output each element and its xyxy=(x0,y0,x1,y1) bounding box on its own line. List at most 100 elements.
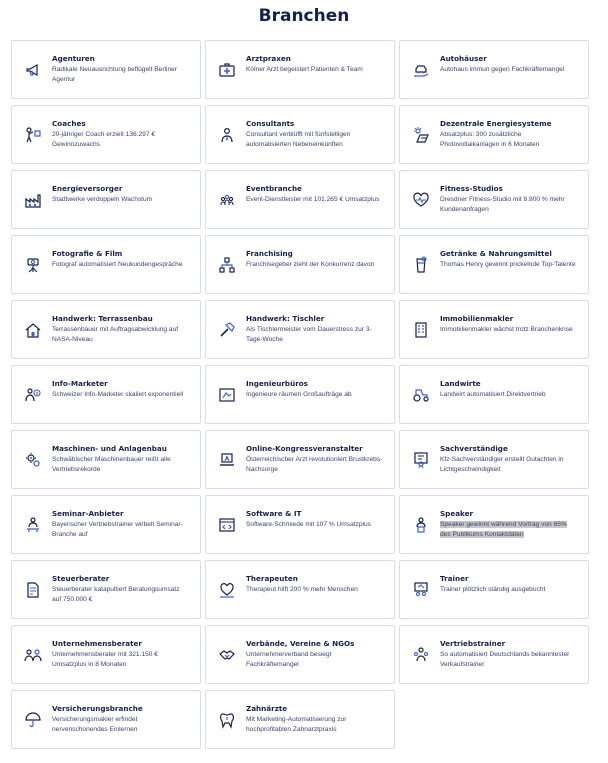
industry-description: Radikale Neuausrichtung beflügelt Berlin… xyxy=(52,65,190,84)
coach-icon xyxy=(24,126,42,144)
industry-description: Fotograf automatisiert Neukundengespräch… xyxy=(52,260,190,270)
industry-description-text: Event-Dienstleister mit 101.265 € Umsatz… xyxy=(246,196,380,203)
industry-card-immobilienmakler[interactable]: Immobilienmakler Immobilienmakler wächst … xyxy=(399,300,589,359)
industry-description: Ingenieure räumen Großaufträge ab xyxy=(246,390,384,400)
industry-name: Vertriebstrainer xyxy=(440,639,506,648)
industry-name: Immobilienmakler xyxy=(440,314,514,323)
industry-card-vertriebstrainer[interactable]: Vertriebstrainer So automatisiert Deutsch… xyxy=(399,625,589,684)
camera-tripod-icon xyxy=(24,256,42,274)
industry-description-text: Fotograf automatisiert Neukundengespräch… xyxy=(52,261,183,268)
industry-description-text: Speaker gewinnt während Vortrag von 65% … xyxy=(440,521,567,538)
industry-card-coaches[interactable]: Coaches 20-jähriger Coach erzielt 136.297… xyxy=(11,105,201,164)
industry-description-text: Stadtwerke verdoppeln Wachstum xyxy=(52,196,153,203)
industry-card-getraenke-und-nahrungsmittel[interactable]: Getränke & Nahrungsmittel Thomas Henry ge… xyxy=(399,235,589,294)
industry-card-energieversorger[interactable]: Energieversorger Stadtwerke verdoppeln Wa… xyxy=(11,170,201,229)
industry-description-text: Dresdner Fitness-Studio mit 8.900 % mehr… xyxy=(440,196,565,213)
industry-card-unternehmensberater[interactable]: Unternehmensberater Unternehmensberater m… xyxy=(11,625,201,684)
industry-description: Autohaus immun gegen Fachkräftemangel xyxy=(440,65,578,75)
industry-card-therapeuten[interactable]: Therapeuten Therapeut hilft 200 % mehr Me… xyxy=(205,560,395,619)
industry-description-text: Schweizer Info-Marketer skaliert exponen… xyxy=(52,391,184,398)
industry-card-autohaeuser[interactable]: Autohäuser Autohaus immun gegen Fachkräft… xyxy=(399,40,589,99)
industry-card-info-marketer[interactable]: Info-Marketer Schweizer Info-Marketer ska… xyxy=(11,365,201,424)
industry-name: Energieversorger xyxy=(52,184,123,193)
industry-card-ingenieurbueros[interactable]: Ingenieurbüros Ingenieure räumen Großauft… xyxy=(205,365,395,424)
industry-card-software-und-it[interactable]: Software & IT Software-Schmiede mit 107 %… xyxy=(205,495,395,554)
industry-card-fitness-studios[interactable]: Fitness-Studios Dresdner Fitness-Studio m… xyxy=(399,170,589,229)
industry-description-text: Software-Schmiede mit 107 % Umsatzplus xyxy=(246,521,371,528)
industry-name: Seminar-Anbieter xyxy=(52,509,124,518)
industry-name: Trainer xyxy=(440,574,469,583)
industry-description-text: Kölner Arzt begeistert Patienten & Team xyxy=(246,66,363,73)
tax-document-icon xyxy=(24,581,42,599)
industry-name: Versicherungsbranche xyxy=(52,704,143,713)
industry-description-text: Terrassenbauer mit Auftragsabwicklung au… xyxy=(52,326,179,343)
industry-name: Zahnärzte xyxy=(246,704,288,713)
presenter-icon xyxy=(24,516,42,534)
industry-name: Agenturen xyxy=(52,54,95,63)
industry-card-verbaende-vereine-und-ngos[interactable]: Verbände, Vereine & NGOs Unternehmerverba… xyxy=(205,625,395,684)
industry-card-dezentrale-energiesysteme[interactable]: Dezentrale Energiesysteme Absatzplus: 300… xyxy=(399,105,589,164)
industry-name: Software & IT xyxy=(246,509,302,518)
industry-name: Therapeuten xyxy=(246,574,298,583)
industry-description-text: Ingenieure räumen Großaufträge ab xyxy=(246,391,352,398)
industry-name: Consultants xyxy=(246,119,295,128)
industry-card-fotografie-und-film[interactable]: Fotografie & Film Fotograf automatisiert … xyxy=(11,235,201,294)
industry-card-trainer[interactable]: Trainer Trainer plötzlich ständig ausgebu… xyxy=(399,560,589,619)
trainer-board-icon xyxy=(412,581,430,599)
industry-card-seminar-anbieter[interactable]: Seminar-Anbieter Bayerischer Vertriebstra… xyxy=(11,495,201,554)
car-hand-icon xyxy=(412,61,430,79)
industry-card-maschinen-und-anlagenbau[interactable]: Maschinen- und Anlagenbau Schwäbischer Ma… xyxy=(11,430,201,489)
industry-name: Eventbranche xyxy=(246,184,302,193)
industry-description-text: Absatzplus: 300 zusätzliche Photovoltaik… xyxy=(440,131,540,148)
industry-description: Unternehmerverband besiegt Fachkräfteman… xyxy=(246,650,384,669)
network-icon xyxy=(218,256,236,274)
industry-description-text: So automatisiert Deutschlands bekanntest… xyxy=(440,651,570,668)
industry-card-landwirte[interactable]: Landwirte Landwirt automatisiert Direktve… xyxy=(399,365,589,424)
industry-description-text: Als Tischlermeister vom Dauerstress zur … xyxy=(246,326,372,343)
industry-description-text: 20-jähriger Coach erzielt 136.297 € Gewi… xyxy=(52,131,155,148)
industry-card-steuerberater[interactable]: Steuerberater Steuerberater katapultiert … xyxy=(11,560,201,619)
industry-description: Software-Schmiede mit 107 % Umsatzplus xyxy=(246,520,384,530)
industry-card-handwerk-tischler[interactable]: Handwerk: Tischler Als Tischlermeister vo… xyxy=(205,300,395,359)
industry-description: Immobilienmakler wächst trotz Branchenkr… xyxy=(440,325,578,335)
industry-name: Handwerk: Terrassenbau xyxy=(52,314,153,323)
industry-description-text: Unternehmerverband besiegt Fachkräfteman… xyxy=(246,651,332,668)
industry-card-versicherungsbranche[interactable]: Versicherungsbranche Versicherungsmakler … xyxy=(11,690,201,749)
certificate-icon xyxy=(412,451,430,469)
industry-card-sachverstaendige[interactable]: Sachverständige Kfz-Sachverständiger erst… xyxy=(399,430,589,489)
industry-name: Dezentrale Energiesysteme xyxy=(440,119,552,128)
industry-name: Unternehmensberater xyxy=(52,639,142,648)
industry-description: Speaker gewinnt während Vortrag von 65% … xyxy=(440,520,578,539)
industry-description: Versicherungsmakler erfindet nervenschon… xyxy=(52,715,190,734)
industry-description-text: Thomas Henry gewinnt prickelnde Top-Tale… xyxy=(440,261,576,268)
industry-card-online-kongressveranstalter[interactable]: Online-Kongressveranstalter Österreichisc… xyxy=(205,430,395,489)
industry-description: Terrassenbauer mit Auftragsabwicklung au… xyxy=(52,325,190,344)
industry-name: Maschinen- und Anlagenbau xyxy=(52,444,167,453)
industry-card-arztpraxen[interactable]: Arztpraxen Kölner Arzt begeistert Patient… xyxy=(205,40,395,99)
industry-name: Landwirte xyxy=(440,379,481,388)
industry-card-eventbranche[interactable]: Eventbranche Event-Dienstleister mit 101.… xyxy=(205,170,395,229)
industry-card-franchising[interactable]: Franchising Franchisegeber zieht der Konk… xyxy=(205,235,395,294)
industry-name: Arztpraxen xyxy=(246,54,291,63)
industry-description: Unternehmensberater mit 321.150 € Umsatz… xyxy=(52,650,190,669)
code-window-icon xyxy=(218,516,236,534)
industry-card-agenturen[interactable]: Agenturen Radikale Neuausrichtung beflüge… xyxy=(11,40,201,99)
industry-card-zahnaerzte[interactable]: Zahnärzte Mit Marketing-Automatisierung z… xyxy=(205,690,395,749)
industry-description: Bayerischer Vertriebstrainer wirbelt Sem… xyxy=(52,520,190,539)
industry-description-text: Kfz-Sachverständiger erstellt Gutachten … xyxy=(440,456,564,473)
page-title: Branchen xyxy=(258,6,350,26)
tractor-icon xyxy=(412,386,430,404)
heart-pulse-icon xyxy=(412,191,430,209)
industry-name: Getränke & Nahrungsmittel xyxy=(440,249,552,258)
tooth-icon xyxy=(218,711,236,729)
industry-description-text: Franchisegeber zieht der Konkurrenz davo… xyxy=(246,261,375,268)
industry-description: Stadtwerke verdoppeln Wachstum xyxy=(52,195,190,205)
industry-name: Info-Marketer xyxy=(52,379,108,388)
industry-card-handwerk-terrassenbau[interactable]: Handwerk: Terrassenbau Terrassenbauer mit… xyxy=(11,300,201,359)
industry-card-consultants[interactable]: Consultants Consultant verblüfft mit fünf… xyxy=(205,105,395,164)
industry-description: Schweizer Info-Marketer skaliert exponen… xyxy=(52,390,190,400)
industry-description-text: Consultant verblüfft mit fünfstelligen a… xyxy=(246,131,351,148)
industry-card-speaker[interactable]: Speaker Speaker gewinnt während Vortrag v… xyxy=(399,495,589,554)
industry-description: Kfz-Sachverständiger erstellt Gutachten … xyxy=(440,455,578,474)
factory-icon xyxy=(24,191,42,209)
